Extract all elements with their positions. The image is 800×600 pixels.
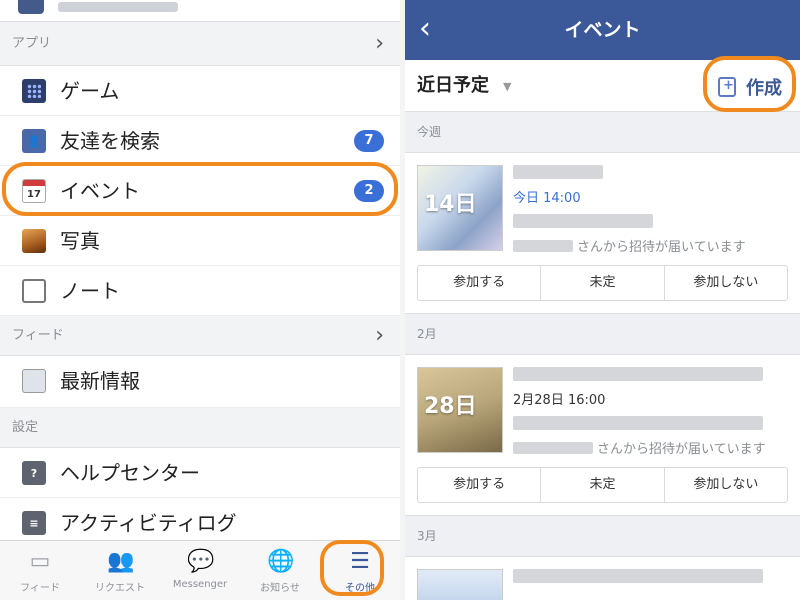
chevron-right-icon: › xyxy=(375,323,384,348)
event-time: 今日 14:00 xyxy=(513,191,581,206)
rsvp-maybe-button[interactable]: 未定 xyxy=(541,266,665,300)
event-info: 2月28日 16:00 さんから招待が届いています xyxy=(513,367,788,457)
event-info: 今日 14:00 さんから招待が届いています xyxy=(513,165,788,255)
invite-text: さんから招待が届いています xyxy=(513,438,788,457)
menu-item-help-center[interactable]: ? ヘルプセンター xyxy=(0,448,400,498)
tab-label: その他 xyxy=(345,583,375,594)
rsvp-going-button[interactable]: 参加する xyxy=(418,266,542,300)
menu-label: イベント xyxy=(60,179,140,203)
tab-requests[interactable]: 👥 リクエスト xyxy=(80,541,160,600)
event-card[interactable]: 14日 今日 14:00 さんから招待が届いています 参加する 未定 参加しない xyxy=(405,152,800,314)
calendar-icon: 17 xyxy=(22,179,46,203)
upcoming-filter[interactable]: 近日予定 xyxy=(417,60,489,112)
notification-badge: 7 xyxy=(354,130,384,152)
rsvp-buttons: 参加する 未定 参加しない xyxy=(417,467,788,503)
page-title: イベント xyxy=(564,19,641,41)
blurred-name xyxy=(513,441,593,454)
menu-item-games[interactable]: ゲーム xyxy=(0,66,400,116)
menu-item-news-feed[interactable]: 最新情報 xyxy=(0,356,400,408)
bottom-tab-bar: ▭ フィード 👥 リクエスト 💬 Messenger 🌐 お知らせ ☰ その他 xyxy=(0,540,400,600)
tab-label: フィード xyxy=(20,583,60,594)
menu-label: ゲーム xyxy=(60,79,120,103)
create-event-button[interactable]: 作成 xyxy=(712,70,788,104)
events-navbar: ‹ イベント xyxy=(405,0,800,60)
tab-notifications[interactable]: 🌐 お知らせ xyxy=(240,541,320,600)
blurred-event-title xyxy=(513,569,763,583)
section-header-feed[interactable]: フィード › xyxy=(0,316,400,356)
menu-label: ヘルプセンター xyxy=(60,461,200,485)
game-icon xyxy=(22,79,46,103)
create-label: 作成 xyxy=(746,78,782,99)
blurred-event-title xyxy=(513,165,603,179)
event-thumbnail xyxy=(417,569,503,600)
blurred-location xyxy=(513,416,763,430)
top-cutoff-row xyxy=(0,0,400,22)
find-friends-icon: 👤 xyxy=(22,129,46,153)
messenger-icon: 💬 xyxy=(187,549,215,574)
menu-label: 写真 xyxy=(60,229,100,253)
right-panel-events: ‹ イベント 近日予定 ▼ 作成 今週 14日 今日 14:00 さんから招待が… xyxy=(405,0,800,600)
menu-item-events[interactable]: 17 イベント 2 xyxy=(0,166,400,216)
left-panel-more-menu: アプリ › ゲーム 👤 友達を検索 7 17 イベント 2 写真 ノート フィー… xyxy=(0,0,400,600)
event-thumbnail: 14日 xyxy=(417,165,503,251)
menu-label: 友達を検索 xyxy=(60,129,160,153)
friend-requests-icon: 👥 xyxy=(107,549,135,574)
event-card[interactable]: 28日 2月28日 16:00 さんから招待が届いています 参加する 未定 参加… xyxy=(405,354,800,516)
invite-text: さんから招待が届いています xyxy=(513,236,788,255)
calendar-plus-icon xyxy=(718,77,736,97)
section-header-apps[interactable]: アプリ › xyxy=(0,22,400,66)
menu-label: ノート xyxy=(60,279,120,303)
tab-label: お知らせ xyxy=(260,583,300,594)
rsvp-buttons: 参加する 未定 参加しない xyxy=(417,265,788,301)
tab-label: Messenger xyxy=(172,579,228,590)
dropdown-arrow-icon[interactable]: ▼ xyxy=(503,60,511,114)
cutoff-icon xyxy=(18,0,44,14)
notifications-icon: 🌐 xyxy=(267,549,295,574)
event-thumbnail: 28日 xyxy=(417,367,503,453)
blurred-event-title xyxy=(513,367,763,381)
blurred-name xyxy=(513,239,573,252)
event-info xyxy=(513,569,788,591)
menu-item-notes[interactable]: ノート xyxy=(0,266,400,316)
chevron-right-icon: › xyxy=(375,31,384,56)
rsvp-decline-button[interactable]: 参加しない xyxy=(665,468,787,502)
rsvp-decline-button[interactable]: 参加しない xyxy=(665,266,787,300)
filter-bar: 近日予定 ▼ 作成 xyxy=(405,60,800,112)
menu-label: 最新情報 xyxy=(60,369,140,393)
activity-log-icon: ≡ xyxy=(22,511,46,535)
tab-more[interactable]: ☰ その他 xyxy=(320,541,400,600)
tab-messenger[interactable]: 💬 Messenger xyxy=(160,541,240,600)
rsvp-maybe-button[interactable]: 未定 xyxy=(541,468,665,502)
rsvp-going-button[interactable]: 参加する xyxy=(418,468,542,502)
section-title-feed: フィード xyxy=(12,328,64,343)
menu-item-find-friends[interactable]: 👤 友達を検索 7 xyxy=(0,116,400,166)
group-header-february: 2月 xyxy=(405,314,800,354)
more-menu-icon: ☰ xyxy=(350,549,370,574)
menu-item-photos[interactable]: 写真 xyxy=(0,216,400,266)
help-icon: ? xyxy=(22,461,46,485)
tab-feed[interactable]: ▭ フィード xyxy=(0,541,80,600)
tab-label: リクエスト xyxy=(95,583,145,594)
section-header-settings: 設定 xyxy=(0,408,400,448)
event-card-partial[interactable] xyxy=(405,556,800,600)
note-icon xyxy=(22,279,46,303)
section-title-apps: アプリ xyxy=(12,36,52,51)
event-day: 28日 xyxy=(424,394,477,419)
news-feed-icon xyxy=(22,369,46,393)
feed-icon: ▭ xyxy=(29,549,51,574)
section-title-settings: 設定 xyxy=(12,420,39,435)
event-day: 14日 xyxy=(424,192,477,217)
notification-badge: 2 xyxy=(354,180,384,202)
blurred-text xyxy=(58,2,178,12)
event-time: 2月28日 16:00 xyxy=(513,393,606,408)
group-header-march: 3月 xyxy=(405,516,800,556)
photo-icon xyxy=(22,229,46,253)
group-header-this-week: 今週 xyxy=(405,112,800,152)
blurred-location xyxy=(513,214,653,228)
